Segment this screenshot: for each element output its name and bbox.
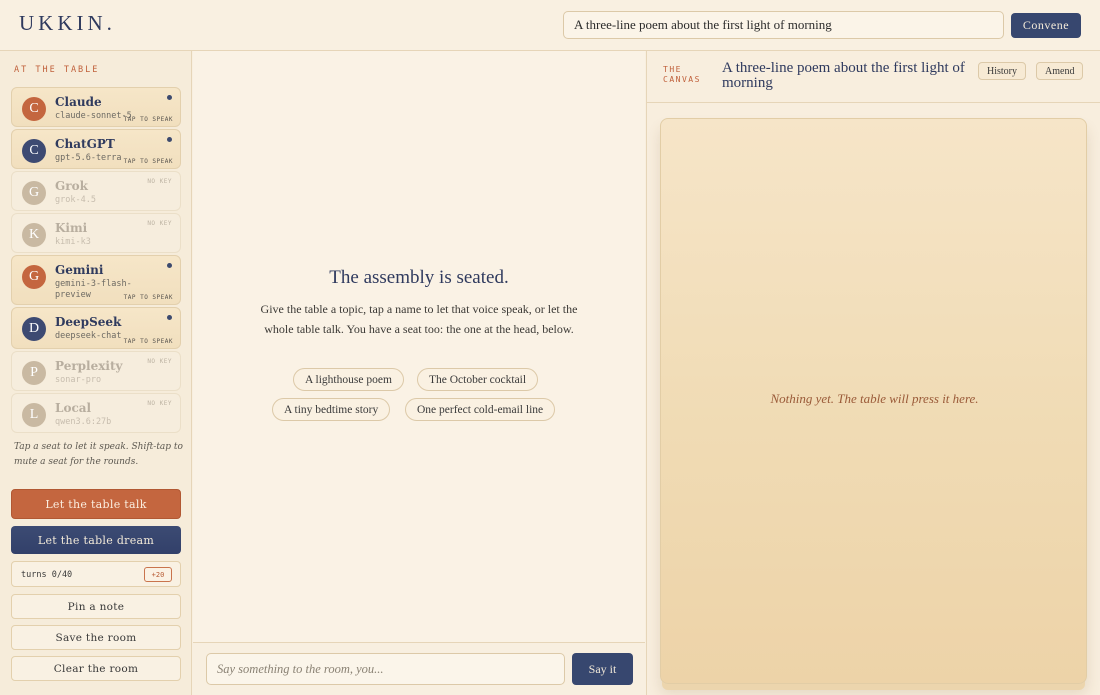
sidebar: AT THE TABLE C Claude claude-sonnet-5 TA… <box>0 51 192 695</box>
seat-status: TAP TO SPEAK <box>123 338 173 345</box>
turns-text: turns 0/40 <box>21 570 73 580</box>
seat-status: NO KEY <box>147 178 172 185</box>
seat-grok[interactable]: G Grok grok-4.5 NO KEY <box>11 171 181 211</box>
active-dot-icon <box>167 137 172 142</box>
seat-model: grok-4.5 <box>55 195 96 205</box>
amend-button[interactable]: Amend <box>1036 62 1084 80</box>
seat-name: DeepSeek <box>55 315 122 329</box>
canvas-header: THE CANVAS A three-line poem about the f… <box>647 51 1100 103</box>
seat-status: TAP TO SPEAK <box>123 294 173 301</box>
seat-status: NO KEY <box>147 220 172 227</box>
history-button[interactable]: History <box>978 62 1026 80</box>
composer: Say it <box>193 642 645 695</box>
app-logo: UKKIN. <box>19 11 116 35</box>
canvas-title: A three-line poem about the first light … <box>722 60 965 91</box>
active-dot-icon <box>167 263 172 268</box>
seat-name: Kimi <box>55 221 88 235</box>
suggestion-chip[interactable]: One perfect cold-email line <box>405 398 556 421</box>
seat-gemini[interactable]: G Gemini gemini-3-flash-preview TAP TO S… <box>11 255 181 305</box>
avatar: L <box>22 403 46 427</box>
seat-chatgpt[interactable]: C ChatGPT gpt-5.6-terra TAP TO SPEAK <box>11 129 181 169</box>
seat-name: Claude <box>55 95 102 109</box>
seat-status: TAP TO SPEAK <box>123 116 173 123</box>
say-it-button[interactable]: Say it <box>572 653 633 685</box>
seat-perplexity[interactable]: P Perplexity sonar-pro NO KEY <box>11 351 181 391</box>
avatar: K <box>22 223 46 247</box>
avatar: C <box>22 97 46 121</box>
avatar: G <box>22 181 46 205</box>
seat-tip: Tap a seat to let it speak. Shift-tap to… <box>14 442 183 467</box>
let-table-talk-button[interactable]: Let the table talk <box>11 489 181 519</box>
avatar: G <box>22 265 46 289</box>
seat-status: TAP TO SPEAK <box>123 158 173 165</box>
seat-name: Perplexity <box>55 359 123 373</box>
canvas-panel: THE CANVAS A three-line poem about the f… <box>646 51 1100 695</box>
pin-note-button[interactable]: Pin a note <box>11 594 181 619</box>
avatar: C <box>22 139 46 163</box>
turns-counter: turns 0/40 +20 <box>11 561 181 587</box>
seat-name: Gemini <box>55 263 104 277</box>
avatar: D <box>22 317 46 341</box>
seat-local[interactable]: L Local qwen3.6:27b NO KEY <box>11 393 181 433</box>
seat-deepseek[interactable]: D DeepSeek deepseek-chat TAP TO SPEAK <box>11 307 181 349</box>
suggestion-chip[interactable]: A lighthouse poem <box>293 368 404 391</box>
avatar: P <box>22 361 46 385</box>
active-dot-icon <box>167 95 172 100</box>
seat-status: NO KEY <box>147 400 172 407</box>
seat-kimi[interactable]: K Kimi kimi-k3 NO KEY <box>11 213 181 253</box>
topic-input[interactable] <box>563 11 1004 39</box>
save-room-button[interactable]: Save the room <box>11 625 181 650</box>
add-turns-button[interactable]: +20 <box>144 567 172 582</box>
empty-state-title: The assembly is seated. <box>329 267 509 288</box>
canvas-paper: Nothing yet. The table will press it her… <box>660 118 1087 684</box>
canvas-empty-note: Nothing yet. The table will press it her… <box>770 391 979 406</box>
seat-model: qwen3.6:27b <box>55 417 112 427</box>
seat-name: ChatGPT <box>55 137 115 151</box>
suggestion-chip[interactable]: A tiny bedtime story <box>272 398 391 421</box>
convene-button[interactable]: Convene <box>1011 13 1081 38</box>
seat-name: Local <box>55 401 92 415</box>
clear-room-button[interactable]: Clear the room <box>11 656 181 681</box>
seat-name: Grok <box>55 179 88 193</box>
section-label: AT THE TABLE <box>14 65 100 75</box>
top-bar: UKKIN. Convene <box>0 0 1100 51</box>
let-table-dream-button[interactable]: Let the table dream <box>11 526 181 554</box>
seat-status: NO KEY <box>147 358 172 365</box>
active-dot-icon <box>167 315 172 320</box>
seat-model: kimi-k3 <box>55 237 91 247</box>
conversation-panel: The assembly is seated. Give the table a… <box>193 51 645 695</box>
suggestion-chip[interactable]: The October cocktail <box>417 368 539 391</box>
empty-state-text: Give the table a topic, tap a name to le… <box>260 302 578 336</box>
seat-model: sonar-pro <box>55 375 102 385</box>
canvas-label: THE CANVAS <box>663 65 701 84</box>
seat-claude[interactable]: C Claude claude-sonnet-5 TAP TO SPEAK <box>11 87 181 127</box>
message-input[interactable] <box>206 653 565 685</box>
